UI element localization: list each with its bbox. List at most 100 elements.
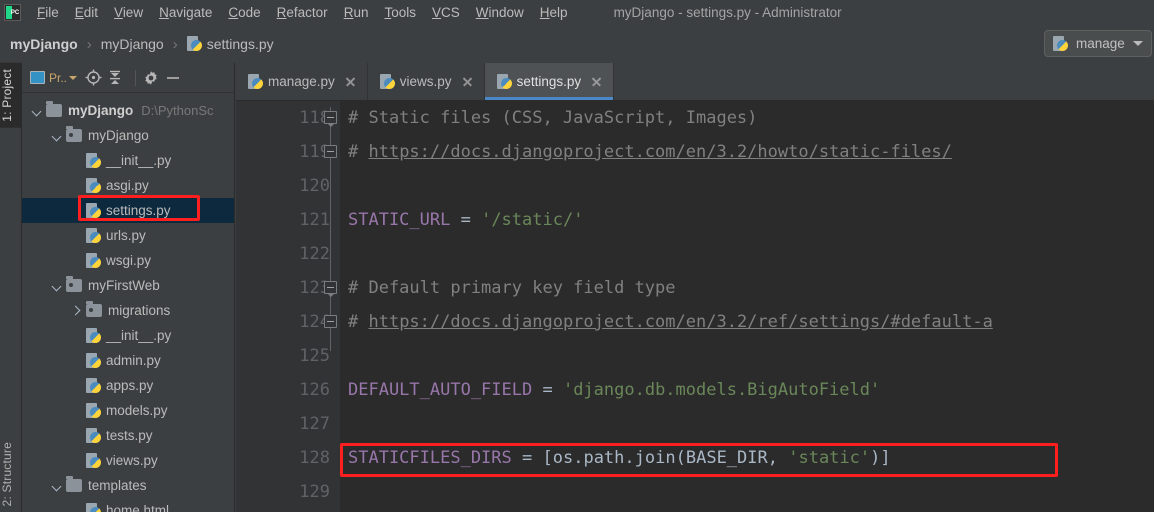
breadcrumb-item-settings-py[interactable]: settings.py	[186, 36, 274, 52]
hide-panel-icon[interactable]	[164, 67, 182, 89]
code-fold-marker[interactable]	[324, 315, 337, 328]
tree-node-label: tests.py	[106, 428, 153, 443]
tree-node-wsgi-py[interactable]: wsgi.py	[22, 248, 234, 273]
tree-node-myfirstweb[interactable]: myFirstWeb	[22, 273, 234, 298]
chevron-down-icon[interactable]	[50, 129, 64, 143]
code-token: =	[532, 380, 563, 400]
chevron-down-icon[interactable]	[50, 479, 64, 493]
run-configuration-selector[interactable]: manage	[1044, 30, 1152, 57]
editor-tab-label: manage.py	[268, 74, 335, 89]
tree-node-tests-py[interactable]: tests.py	[22, 423, 234, 448]
tree-node-label: wsgi.py	[106, 253, 152, 268]
breadcrumb-label: myDjango	[100, 36, 164, 52]
code-token: #	[348, 312, 369, 332]
tree-node-asgi-py[interactable]: asgi.py	[22, 173, 234, 198]
code-line: # Default primary key field type	[340, 271, 1154, 305]
tool-window-button-project[interactable]: 1: Project	[0, 63, 22, 128]
menu-code[interactable]: Code	[220, 5, 268, 20]
tree-node---init---py[interactable]: __init__.py	[22, 323, 234, 348]
code-fold-column[interactable]	[322, 101, 340, 512]
tree-node-mydjango[interactable]: myDjango D:\PythonSc	[22, 98, 234, 123]
code-line: # Static files (CSS, JavaScript, Images)	[340, 101, 1154, 135]
menu-view[interactable]: View	[106, 5, 151, 20]
code-editor[interactable]: 118 119 120 121 122 123 124 125 126 127 128 129 # S…	[236, 101, 1154, 512]
tree-node-mydjango[interactable]: myDjango	[22, 123, 234, 148]
editor-area: manage.py views.py settings.py 118 119 120 12…	[236, 63, 1154, 512]
editor-tab-settings-py[interactable]: settings.py	[484, 63, 615, 100]
tree-node-admin-py[interactable]: admin.py	[22, 348, 234, 373]
tool-window-button-structure[interactable]: 2: Structure	[0, 436, 22, 512]
collapse-all-icon[interactable]	[107, 67, 123, 89]
module-folder-icon	[86, 301, 102, 317]
tree-node-migrations[interactable]: migrations	[22, 298, 234, 323]
python-file-icon	[86, 252, 101, 269]
editor-gutter: 118 119 120 121 122 123 124 125 126 127 128 129	[236, 101, 340, 512]
menu-edit[interactable]: Edit	[67, 5, 106, 20]
breadcrumb-separator: ›	[172, 35, 178, 53]
menu-window[interactable]: Window	[468, 5, 532, 20]
menu-navigate[interactable]: Navigate	[151, 5, 220, 20]
python-file-icon	[86, 377, 101, 394]
code-token: 'static'	[788, 448, 871, 468]
code-fold-marker[interactable]	[324, 111, 337, 127]
code-fold-marker[interactable]	[324, 281, 337, 297]
menu-refactor[interactable]: Refactor	[269, 5, 336, 20]
tree-node-label: myDjango	[88, 128, 149, 143]
code-token: BASE_DIR	[685, 448, 768, 468]
tree-node-label: __init__.py	[106, 328, 172, 343]
project-view-label: Pr..	[49, 70, 68, 85]
code-line: DEFAULT_AUTO_FIELD = 'django.db.models.B…	[340, 373, 1154, 407]
chevron-down-icon[interactable]	[30, 104, 44, 118]
chevron-down-icon[interactable]	[50, 279, 64, 293]
python-file-icon	[86, 202, 101, 219]
tree-node-label: myDjango	[68, 103, 134, 118]
breadcrumb: myDjango › myDjango › settings.py	[0, 36, 274, 53]
editor-tab-label: settings.py	[516, 74, 582, 89]
tree-node-urls-py[interactable]: urls.py	[22, 223, 234, 248]
python-file-icon	[496, 73, 512, 90]
menu-help[interactable]: Help	[532, 5, 576, 20]
project-tree: myDjango D:\PythonSc myDjango __init__.py as…	[22, 93, 234, 512]
editor-tab-views-py[interactable]: views.py	[368, 63, 485, 100]
code-token: STATICFILES_DIRS	[348, 448, 512, 468]
menu-file[interactable]: File	[29, 5, 67, 20]
chevron-down-icon	[1132, 41, 1143, 46]
run-configuration-label: manage	[1076, 36, 1125, 51]
code-line: # https://docs.djangoproject.com/en/3.2/…	[340, 135, 1154, 169]
code-fold-marker[interactable]	[324, 145, 337, 158]
close-icon[interactable]	[344, 75, 357, 88]
tree-node---init---py[interactable]: __init__.py	[22, 148, 234, 173]
menu-vcs[interactable]: VCS	[424, 5, 468, 20]
code-token: )]	[870, 448, 891, 468]
close-icon[interactable]	[461, 75, 474, 88]
project-view-selector[interactable]: Pr..	[30, 70, 78, 85]
locate-file-icon[interactable]	[85, 67, 102, 89]
python-file-icon	[86, 152, 101, 169]
code-token: .	[624, 448, 635, 468]
tree-node-label: admin.py	[106, 353, 161, 368]
tree-node-apps-py[interactable]: apps.py	[22, 373, 234, 398]
window-title: myDjango - settings.py - Administrator	[613, 5, 842, 20]
editor-tab-manage-py[interactable]: manage.py	[236, 63, 368, 100]
chevron-right-icon[interactable]	[70, 304, 84, 318]
chevron-down-icon	[69, 75, 78, 80]
breadcrumb-item-mydjango[interactable]: myDjango	[101, 36, 164, 52]
menu-run[interactable]: Run	[336, 5, 377, 20]
tree-node-home-html[interactable]: home.html	[22, 498, 234, 512]
code-token: (	[675, 448, 686, 468]
tree-node-templates[interactable]: templates	[22, 473, 234, 498]
pycharm-logo-icon: PC	[4, 4, 21, 21]
breadcrumb-item-mydjango[interactable]: myDjango	[10, 36, 78, 52]
code-content[interactable]: # Static files (CSS, JavaScript, Images)…	[340, 101, 1154, 512]
tree-node-settings-py[interactable]: settings.py	[22, 198, 234, 223]
settings-gear-icon[interactable]	[143, 67, 159, 89]
tree-node-models-py[interactable]: models.py	[22, 398, 234, 423]
tree-node-views-py[interactable]: views.py	[22, 448, 234, 473]
code-token: os	[552, 448, 574, 468]
menu-tools[interactable]: Tools	[376, 5, 424, 20]
close-icon[interactable]	[590, 75, 603, 88]
